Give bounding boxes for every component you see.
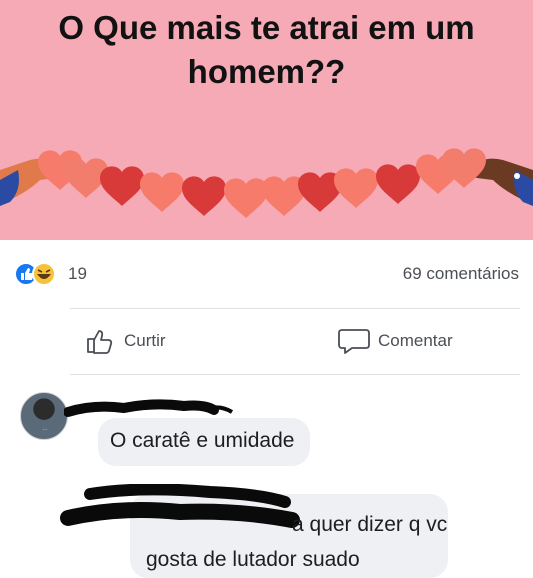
- comment-button[interactable]: Comentar: [338, 326, 453, 356]
- reactions-count[interactable]: 19: [68, 264, 87, 284]
- comment-bubble-icon: [338, 329, 370, 354]
- comment-text-line-2: gosta de lutador suado: [146, 548, 360, 571]
- hearts-garland: [38, 148, 486, 218]
- redaction-scribble: [64, 399, 234, 417]
- comments-count-link[interactable]: 69 comentários: [403, 264, 519, 284]
- like-button[interactable]: Curtir: [86, 326, 166, 356]
- avatar[interactable]: ···: [20, 392, 68, 440]
- redaction-scribble: [60, 484, 300, 528]
- comment-text-line-1: a quer dizer q vc: [292, 513, 448, 536]
- post-image-banner[interactable]: O Que mais te atrai em um homem??: [0, 0, 533, 240]
- reactions-row: 19 69 comentários: [0, 250, 533, 290]
- avatar-caption: ···: [42, 427, 48, 433]
- thumbs-up-icon: [87, 330, 113, 354]
- comment-text: O caratê e umidade: [110, 429, 295, 452]
- divider: [70, 308, 520, 309]
- like-button-label: Curtir: [124, 331, 166, 350]
- banner-title: O Que mais te atrai em um homem??: [58, 9, 475, 90]
- divider: [70, 374, 520, 375]
- comment-button-label: Comentar: [378, 331, 453, 350]
- reaction-icons[interactable]: [14, 262, 66, 286]
- haha-icon: [32, 262, 56, 286]
